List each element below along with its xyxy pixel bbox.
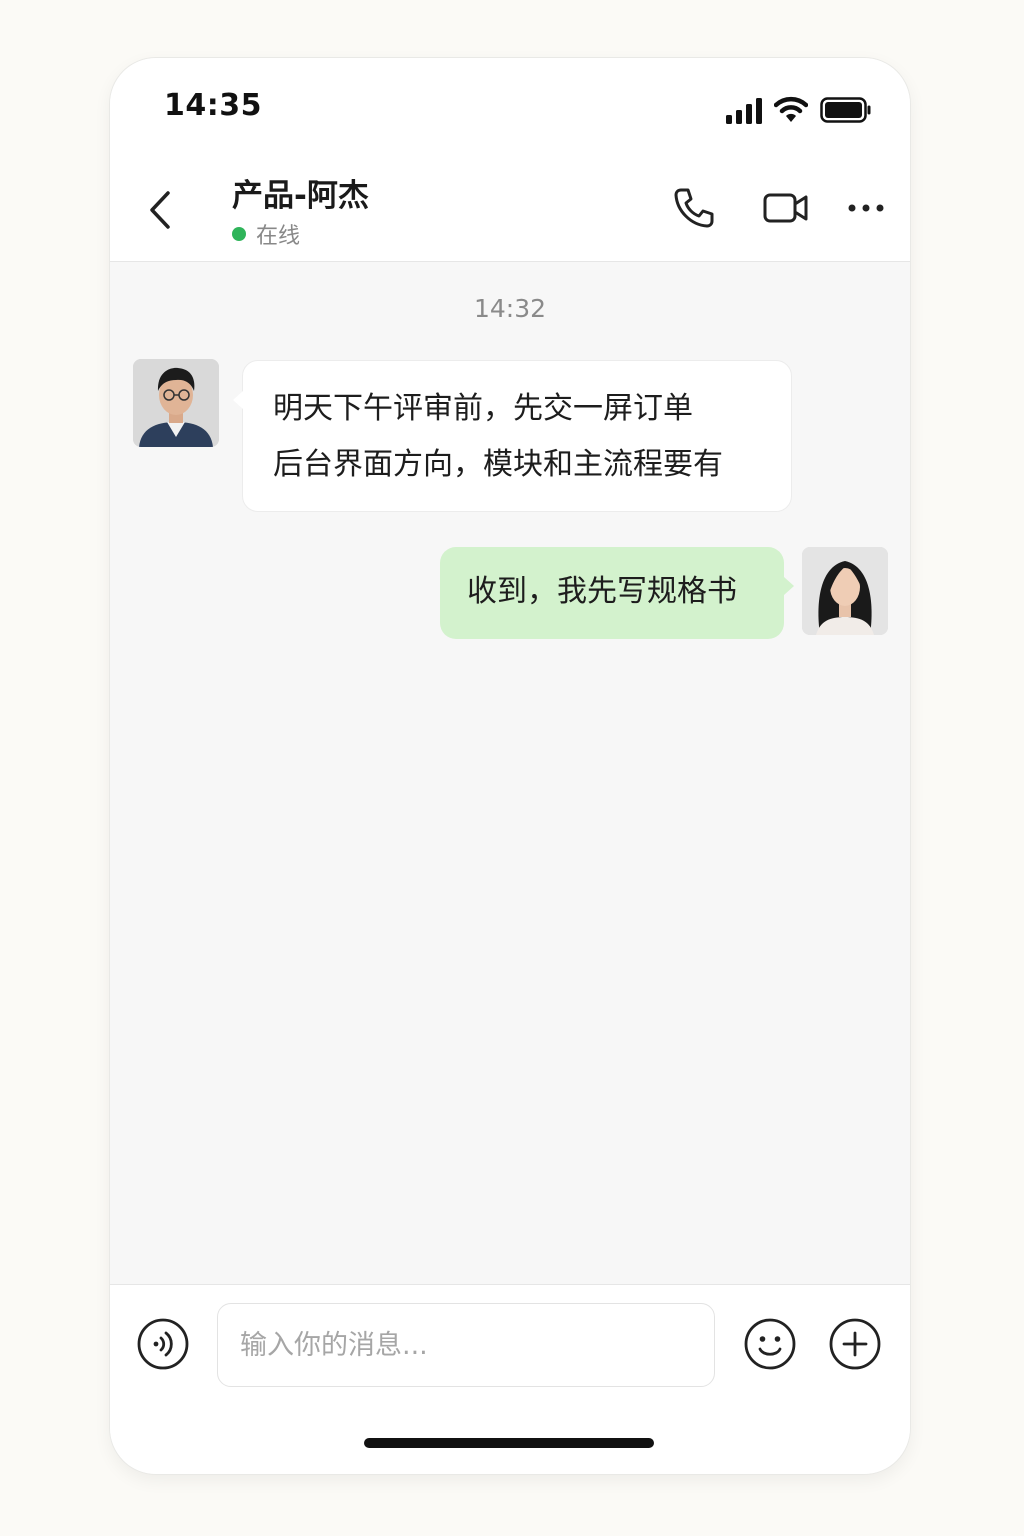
- back-icon: [150, 191, 170, 229]
- contact-avatar[interactable]: [133, 359, 219, 447]
- video-call-icon: [763, 193, 808, 223]
- back-button[interactable]: [138, 182, 182, 238]
- phone-frame: 14:35 产品-阿杰 在线 14:32 明天下午评审前，先交一屏订单 后台界面…: [110, 58, 910, 1474]
- more-icon: [848, 204, 884, 212]
- battery-icon: [820, 97, 871, 123]
- online-status-text: 在线: [256, 224, 301, 249]
- message-line: 明天下午评审前，先交一屏订单: [273, 391, 693, 426]
- emoji-button[interactable]: [744, 1318, 796, 1370]
- message-composer: [110, 1284, 910, 1474]
- voice-input-button[interactable]: [137, 1318, 189, 1370]
- status-time: 14:35: [164, 88, 262, 123]
- emoji-icon: [744, 1318, 796, 1370]
- message-text: 收到，我先写规格书: [467, 574, 737, 609]
- video-call-button[interactable]: [762, 184, 810, 232]
- chat-header: 14:35 产品-阿杰 在线: [110, 58, 910, 262]
- user-avatar[interactable]: [802, 547, 888, 635]
- voice-icon: [137, 1318, 189, 1370]
- online-status-dot: [232, 227, 246, 241]
- plus-icon: [829, 1318, 881, 1370]
- home-indicator[interactable]: [364, 1438, 654, 1448]
- phone-call-button[interactable]: [670, 184, 718, 232]
- contact-name: 产品-阿杰: [232, 178, 369, 214]
- message-line: 后台界面方向，模块和主流程要有: [273, 447, 723, 482]
- status-icons: [724, 96, 874, 124]
- message-timestamp: 14:32: [473, 294, 547, 323]
- incoming-message[interactable]: 明天下午评审前，先交一屏订单 后台界面方向，模块和主流程要有: [233, 360, 792, 512]
- female-avatar-icon: [802, 547, 888, 635]
- more-actions-button[interactable]: [829, 1318, 881, 1370]
- outgoing-message[interactable]: 收到，我先写规格书: [440, 547, 794, 639]
- phone-icon: [674, 188, 714, 228]
- male-avatar-icon: [133, 359, 219, 447]
- message-input[interactable]: [217, 1303, 715, 1387]
- more-options-button[interactable]: [842, 184, 890, 232]
- wifi-icon: [774, 96, 808, 122]
- signal-icon: [726, 98, 762, 124]
